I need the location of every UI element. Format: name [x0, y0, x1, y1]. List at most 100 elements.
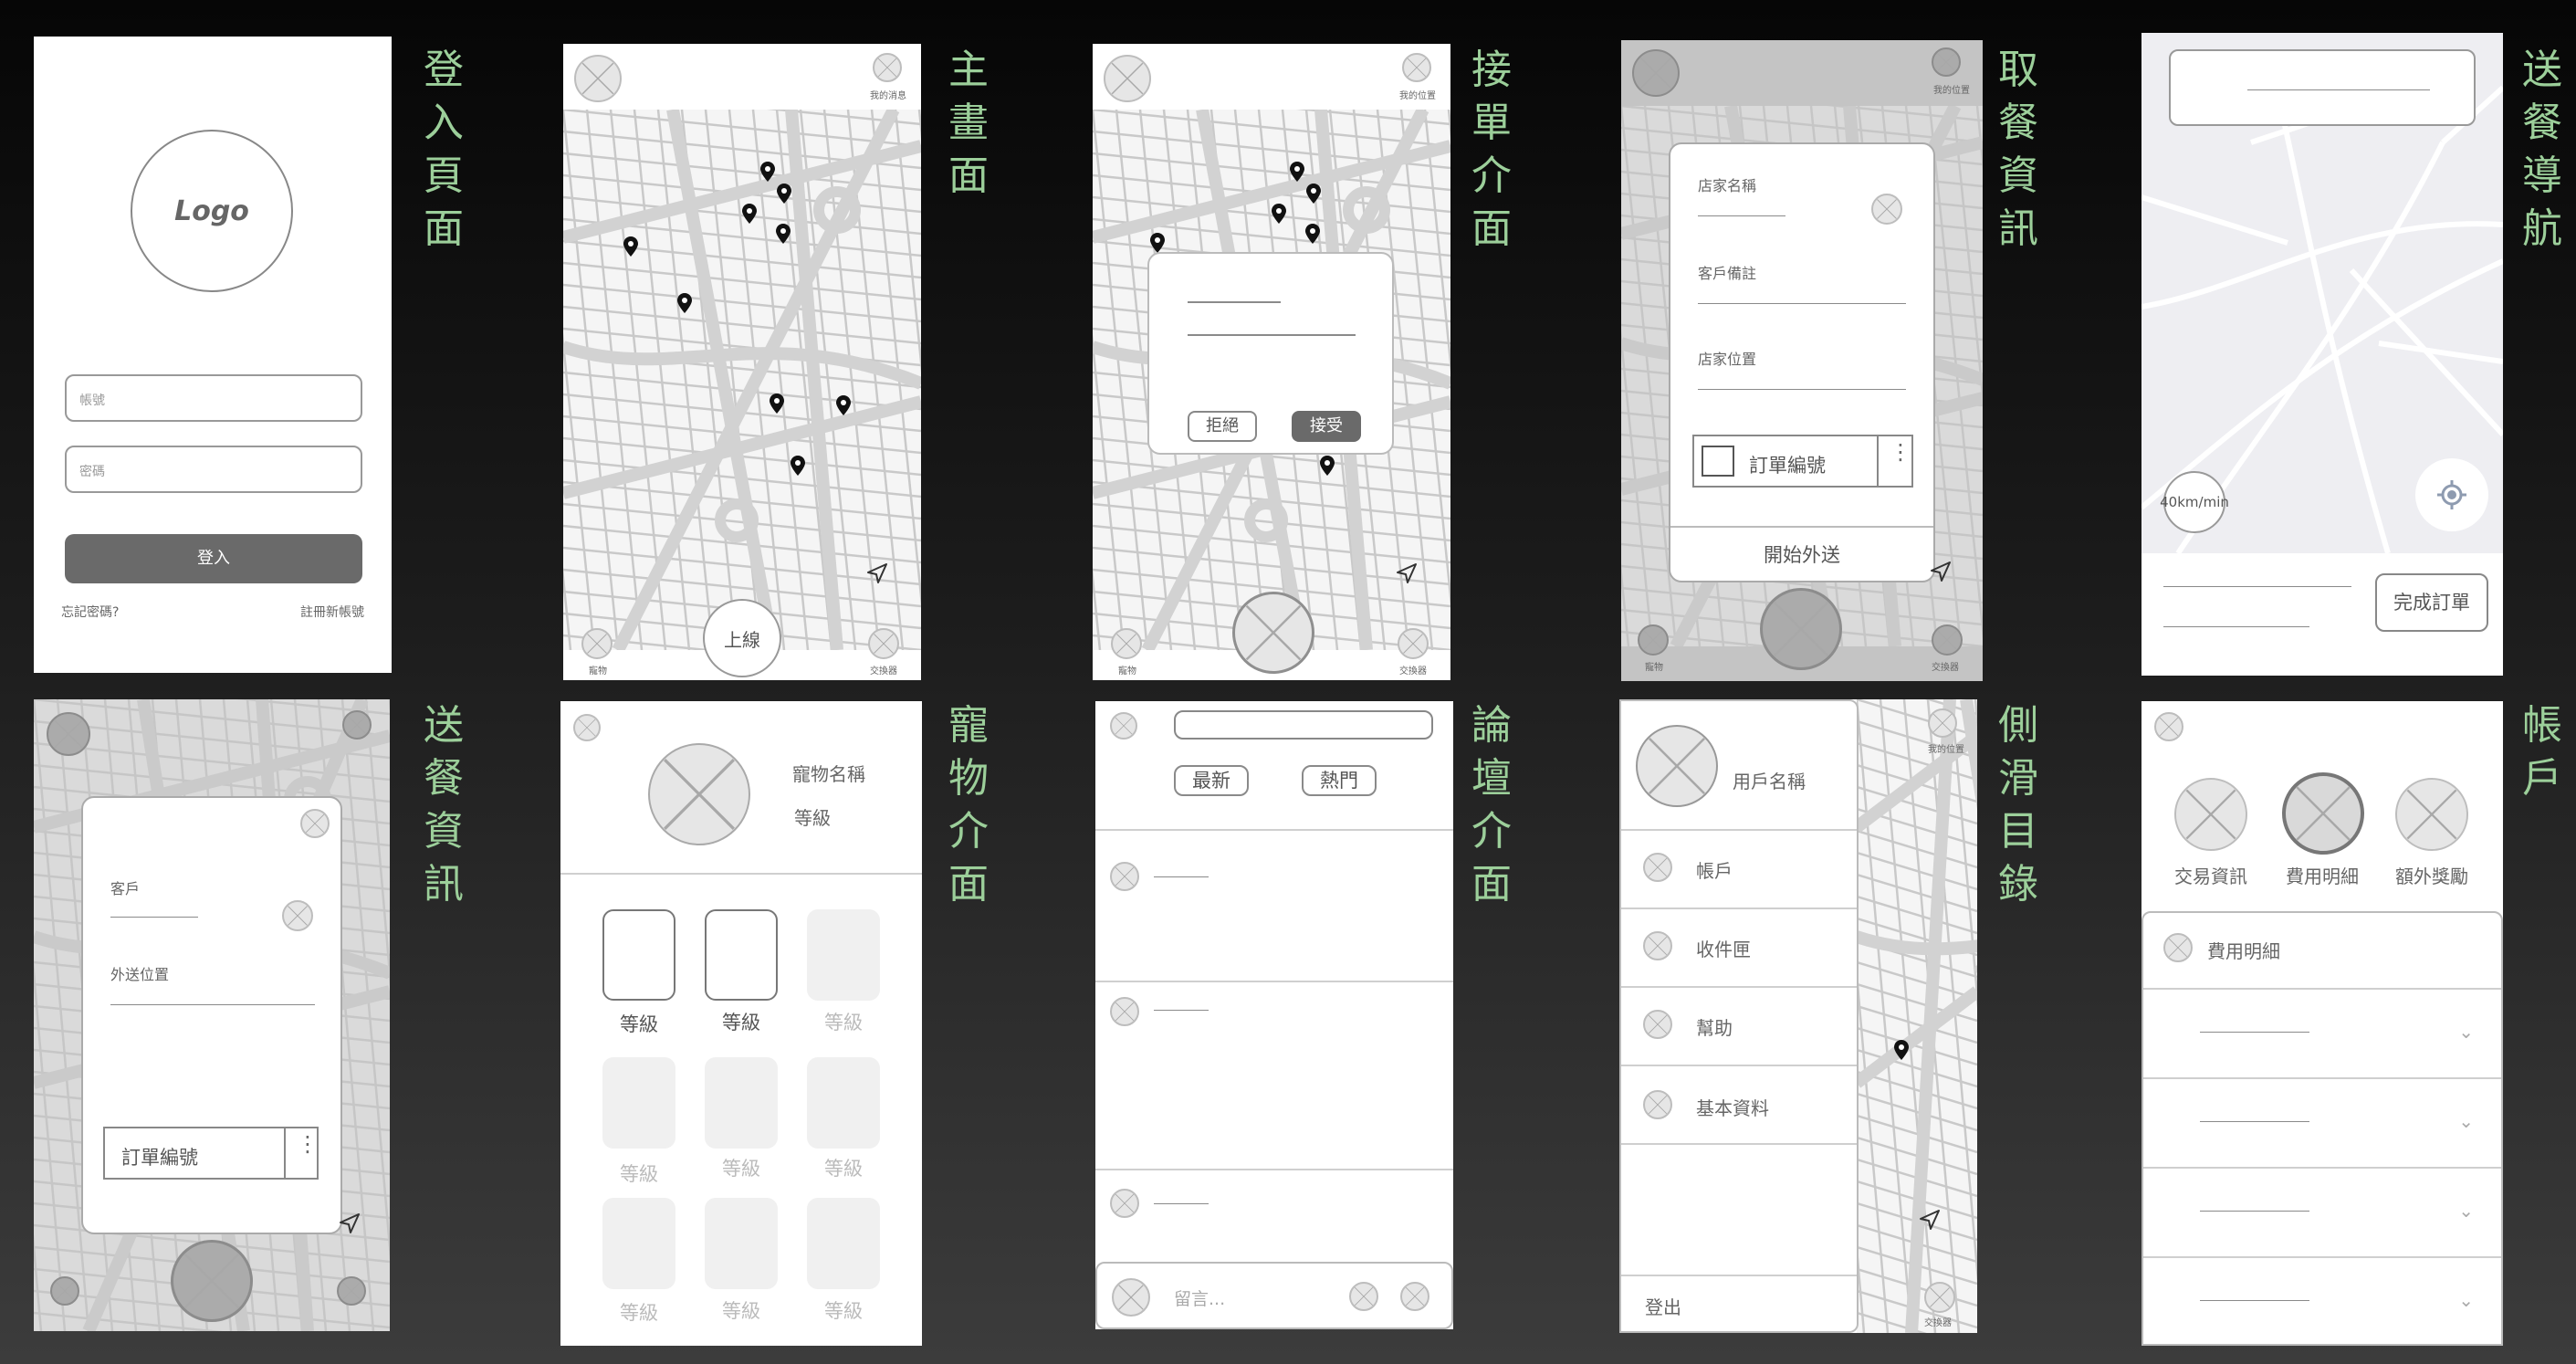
map-pin-icon[interactable] [741, 203, 758, 225]
fee-row[interactable]: ⌄ [2143, 1079, 2501, 1167]
transaction-info-icon[interactable] [2174, 778, 2247, 851]
title-accept-text: 接單介面 [1471, 47, 1512, 252]
forum-post[interactable] [1095, 982, 1453, 1169]
navigation-arrow-icon[interactable] [339, 1212, 361, 1234]
navigation-arrow-icon[interactable] [1919, 1209, 1941, 1231]
switch-icon[interactable] [1932, 624, 1963, 656]
switch-icon[interactable] [868, 628, 899, 659]
sidebar-item-inbox[interactable]: 收件匣 [1621, 909, 1857, 986]
fee-row[interactable]: ⌄ [2143, 1258, 2501, 1346]
sidebar-item-account[interactable]: 帳戶 [1621, 831, 1857, 908]
extra-bonus-icon[interactable] [2395, 778, 2468, 851]
back-icon[interactable] [573, 714, 601, 741]
back-icon[interactable] [1110, 712, 1137, 740]
online-button[interactable]: 上線 [703, 599, 781, 677]
map-pin-icon[interactable] [623, 236, 639, 257]
password-input[interactable]: 密碼 [65, 446, 362, 493]
center-action-icon[interactable] [1760, 588, 1842, 670]
sidebar-item-help[interactable]: 幫助 [1621, 988, 1857, 1065]
center-action-icon[interactable] [1232, 592, 1314, 674]
map-pin-icon[interactable] [1893, 1039, 1910, 1061]
chevron-down-icon[interactable]: ⌄ [2458, 1200, 2474, 1222]
map-pin-icon[interactable] [1319, 455, 1335, 477]
avatar-icon[interactable] [1632, 49, 1680, 97]
pet-icon[interactable] [581, 628, 613, 659]
forgot-password-link[interactable]: 忘記密碼? [61, 603, 119, 621]
address-box[interactable] [2169, 49, 2476, 126]
pet-tile-label: 等級 [824, 1300, 863, 1322]
switch-icon[interactable] [337, 1276, 366, 1306]
reject-button-label: 拒絕 [1206, 416, 1239, 435]
map-pin-icon[interactable] [1289, 161, 1305, 183]
pet-tile[interactable] [602, 909, 675, 1001]
forum-search-bar[interactable] [1174, 710, 1433, 740]
pet-avatar-icon[interactable] [648, 743, 750, 845]
location-icon[interactable] [1932, 47, 1961, 77]
pet-icon[interactable] [1111, 628, 1142, 659]
send-icon[interactable] [1400, 1282, 1429, 1311]
navigation-arrow-icon[interactable] [1930, 561, 1952, 582]
forum-post[interactable] [1095, 831, 1453, 981]
fee-row[interactable]: ⌄ [2143, 1169, 2501, 1256]
map-pin-icon[interactable] [1305, 183, 1322, 205]
start-delivery-button[interactable]: 開始外送 [1670, 531, 1933, 579]
center-action-icon[interactable] [171, 1240, 253, 1322]
more-options-icon[interactable]: ⋮ [1890, 441, 1911, 463]
chevron-down-icon[interactable]: ⌄ [2458, 1289, 2474, 1311]
fee-row[interactable]: ⌄ [2143, 990, 2501, 1077]
switch-icon[interactable] [1924, 1282, 1955, 1313]
sidebar-item-profile[interactable]: 基本資料 [1621, 1066, 1857, 1143]
register-link[interactable]: 註冊新帳號 [300, 603, 364, 621]
checkbox-checked-icon[interactable] [1702, 446, 1734, 477]
pet-icon[interactable] [1638, 624, 1669, 656]
sidebar-item-label: 帳戶 [1696, 860, 1733, 882]
comment-input[interactable]: 留言... [1174, 1285, 1225, 1310]
reject-button[interactable]: 拒絕 [1188, 411, 1257, 442]
complete-order-button[interactable]: 完成訂單 [2375, 573, 2488, 632]
map-pin-icon[interactable] [759, 161, 776, 183]
map-pin-icon[interactable] [1271, 203, 1287, 225]
map-pin-icon[interactable] [776, 183, 792, 205]
map-pin-icon[interactable] [1149, 232, 1166, 254]
back-icon[interactable] [2154, 712, 2183, 741]
login-button-label: 登入 [197, 549, 230, 568]
user-avatar-icon[interactable] [1636, 725, 1718, 807]
order-number-row[interactable]: 訂單編號 ⋮ [1692, 435, 1913, 488]
tab-latest[interactable]: 最新 [1174, 765, 1249, 796]
chevron-down-icon[interactable]: ⌄ [2458, 1110, 2474, 1132]
map-pin-icon[interactable] [769, 393, 785, 414]
notification-icon[interactable] [342, 710, 372, 740]
pet-tile[interactable] [705, 909, 778, 1001]
switch-icon[interactable] [1398, 628, 1429, 659]
avatar-icon[interactable] [1104, 55, 1151, 102]
pet-icon[interactable] [50, 1276, 79, 1306]
navigation-arrow-icon[interactable] [1396, 562, 1418, 584]
map-pin-icon[interactable] [775, 223, 791, 245]
login-button[interactable]: 登入 [65, 534, 362, 583]
logout-button[interactable]: 登出 [1645, 1293, 1681, 1319]
forum-post[interactable] [1095, 1170, 1453, 1262]
chevron-down-icon[interactable]: ⌄ [2458, 1021, 2474, 1043]
close-icon[interactable] [300, 809, 330, 838]
map-pin-icon[interactable] [676, 292, 693, 314]
location-icon[interactable] [1928, 708, 1957, 738]
emoji-icon[interactable] [1349, 1282, 1378, 1311]
title-forum-text: 論壇介面 [1471, 702, 1512, 908]
navigation-arrow-icon[interactable] [866, 562, 888, 584]
account-input[interactable]: 帳號 [65, 374, 362, 422]
title-login: 登入頁面 [416, 44, 471, 256]
locate-me-button[interactable] [2415, 458, 2488, 531]
map-pin-icon[interactable] [835, 394, 852, 416]
accept-button[interactable]: 接受 [1292, 411, 1361, 442]
avatar-icon[interactable] [47, 712, 90, 756]
order-number-row[interactable]: 訂單編號 ⋮ [103, 1127, 319, 1180]
notification-icon[interactable] [873, 53, 902, 82]
tab-latest-label: 最新 [1192, 770, 1230, 792]
map-pin-icon[interactable] [790, 455, 806, 477]
avatar-icon[interactable] [574, 55, 622, 102]
location-icon[interactable] [1402, 53, 1431, 82]
fee-details-icon[interactable] [2282, 772, 2364, 855]
tab-popular[interactable]: 熱門 [1302, 765, 1377, 796]
map-pin-icon[interactable] [1304, 223, 1321, 245]
more-options-icon[interactable]: ⋮ [297, 1133, 319, 1155]
